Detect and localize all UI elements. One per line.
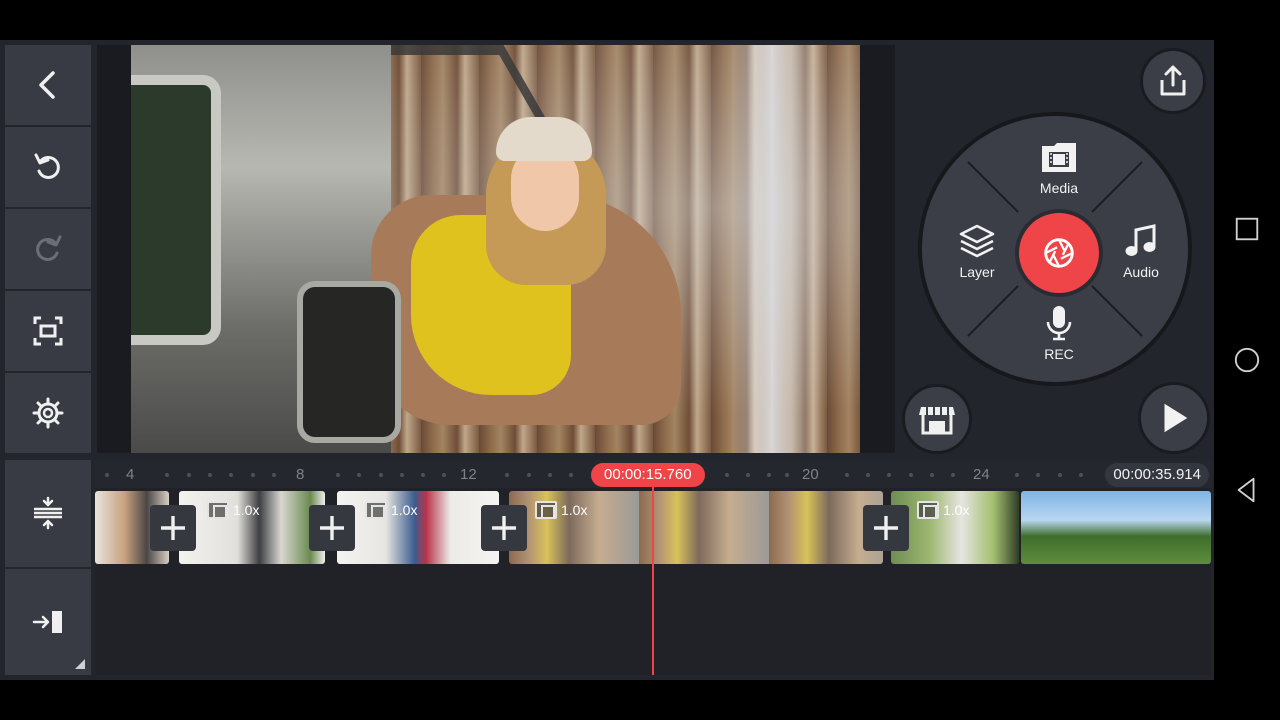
music-note-icon bbox=[1125, 224, 1156, 256]
film-icon bbox=[535, 501, 557, 519]
expand-vertical-icon bbox=[34, 497, 62, 530]
ruler-label: 12 bbox=[460, 466, 477, 483]
add-transition-button[interactable] bbox=[309, 505, 355, 551]
add-transition-button[interactable] bbox=[863, 505, 909, 551]
playhead[interactable] bbox=[652, 484, 654, 675]
add-transition-button[interactable] bbox=[481, 505, 527, 551]
chevron-left-icon bbox=[39, 71, 55, 99]
plus-icon bbox=[874, 516, 898, 540]
total-time-badge: 00:00:35.914 bbox=[1105, 463, 1209, 487]
folder-film-icon bbox=[1042, 143, 1076, 172]
home-button[interactable] bbox=[1232, 345, 1262, 375]
clip-speed: 1.0x bbox=[943, 502, 970, 518]
redo-button[interactable] bbox=[5, 209, 91, 289]
fullscreen-icon bbox=[33, 316, 63, 346]
preview-video-frame[interactable] bbox=[131, 45, 860, 453]
store-icon bbox=[919, 407, 955, 435]
gear-icon bbox=[32, 397, 64, 429]
film-icon bbox=[207, 501, 229, 519]
layers-icon bbox=[959, 224, 995, 258]
clip-speed-badge: 1.0x bbox=[917, 501, 969, 519]
film-icon bbox=[365, 501, 387, 519]
back-button[interactable] bbox=[5, 45, 91, 125]
triangle-back-icon bbox=[1237, 477, 1255, 503]
clip-speed-badge: 1.0x bbox=[365, 501, 417, 519]
ruler-label: 4 bbox=[126, 466, 135, 483]
audio-button[interactable]: Audio bbox=[1108, 222, 1174, 280]
share-icon bbox=[1160, 65, 1186, 96]
settings-button[interactable] bbox=[5, 373, 91, 453]
add-transition-button[interactable] bbox=[150, 505, 196, 551]
clip-speed-badge: 1.0x bbox=[207, 501, 259, 519]
back-nav-button[interactable] bbox=[1232, 475, 1262, 505]
clip-speed: 1.0x bbox=[561, 502, 588, 518]
android-nav-bar bbox=[1214, 40, 1280, 680]
expand-timeline-button[interactable] bbox=[5, 460, 91, 567]
ruler-label: 20 bbox=[802, 466, 819, 483]
redo-icon bbox=[36, 235, 62, 261]
play-icon bbox=[1164, 403, 1188, 433]
media-wheel: Media Layer Audio REC bbox=[918, 112, 1192, 386]
timeline-toolbar bbox=[5, 460, 91, 675]
camera-aperture-icon bbox=[1044, 238, 1074, 268]
export-button[interactable] bbox=[1140, 48, 1206, 114]
plus-icon bbox=[161, 516, 185, 540]
ruler-label: 24 bbox=[973, 466, 990, 483]
undo-button[interactable] bbox=[5, 127, 91, 207]
layer-label: Layer bbox=[959, 264, 995, 280]
corner-triangle-icon[interactable] bbox=[75, 659, 85, 669]
plus-icon bbox=[320, 516, 344, 540]
square-icon bbox=[1235, 217, 1259, 241]
editor-screen: Media Layer Audio REC 4 8 12 20 24 00:00… bbox=[0, 40, 1214, 680]
clip-speed-badge: 1.0x bbox=[535, 501, 587, 519]
ruler-label: 8 bbox=[296, 466, 305, 483]
capture-button[interactable] bbox=[1015, 209, 1103, 297]
film-icon bbox=[917, 501, 939, 519]
current-time-badge: 00:00:15.760 bbox=[591, 463, 705, 487]
plus-icon bbox=[492, 516, 516, 540]
record-voice-button[interactable]: REC bbox=[1022, 304, 1096, 362]
arrow-to-bar-icon bbox=[32, 610, 62, 633]
fullscreen-button[interactable] bbox=[5, 291, 91, 371]
clip-speed: 1.0x bbox=[233, 502, 260, 518]
video-clip[interactable] bbox=[1021, 491, 1211, 564]
undo-icon bbox=[34, 153, 60, 179]
video-clip[interactable]: 1.0x bbox=[337, 491, 499, 564]
play-button[interactable] bbox=[1138, 382, 1210, 454]
left-toolbar bbox=[5, 45, 91, 453]
timeline[interactable]: 4 8 12 20 24 00:00:15.760 00:00:35.914 1… bbox=[95, 460, 1211, 675]
layer-button[interactable]: Layer bbox=[944, 222, 1010, 280]
video-clip[interactable]: 1.0x bbox=[891, 491, 1019, 564]
rec-label: REC bbox=[1044, 346, 1074, 362]
asset-store-button[interactable] bbox=[902, 384, 972, 454]
audio-label: Audio bbox=[1123, 264, 1159, 280]
video-clip[interactable]: 1.0x bbox=[509, 491, 883, 564]
media-button[interactable]: Media bbox=[1022, 138, 1096, 196]
media-label: Media bbox=[1039, 180, 1079, 196]
circle-icon bbox=[1234, 347, 1260, 373]
recents-button[interactable] bbox=[1232, 214, 1262, 244]
clip-speed: 1.0x bbox=[391, 502, 418, 518]
video-clip[interactable]: 1.0x bbox=[179, 491, 325, 564]
microphone-icon bbox=[1046, 306, 1072, 341]
preview-area bbox=[97, 45, 895, 453]
jump-to-start-button[interactable] bbox=[5, 568, 91, 675]
